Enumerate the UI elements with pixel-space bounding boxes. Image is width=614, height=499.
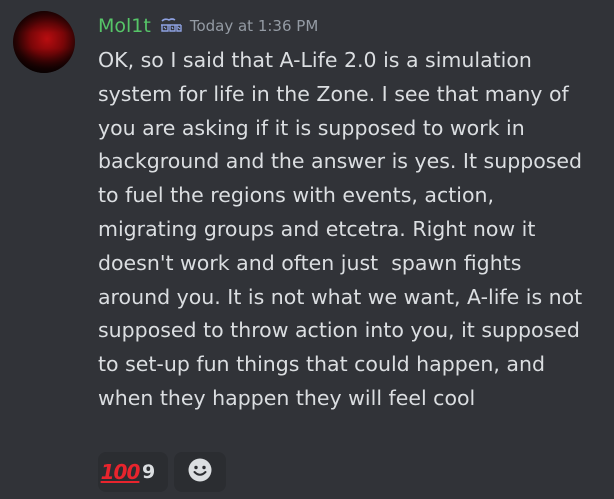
reaction-count: 9 xyxy=(142,461,156,483)
message-header: Mol1t Today at 1:36 PM xyxy=(98,12,318,40)
hundred-points-emoji: 100 xyxy=(100,460,141,484)
add-reaction-button[interactable] xyxy=(174,452,226,492)
username[interactable]: Mol1t xyxy=(98,15,151,37)
message-timestamp: Today at 1:36 PM xyxy=(189,17,319,35)
smiley-icon xyxy=(187,457,213,487)
avatar[interactable] xyxy=(13,11,75,73)
chat-message: Mol1t Today at 1:36 PM OK, so I said tha… xyxy=(0,0,614,499)
reaction-hundred-points[interactable]: 100 9 xyxy=(98,452,168,492)
message-content: OK, so I said that A-Life 2.0 is a simul… xyxy=(98,48,589,410)
server-tag-icon[interactable] xyxy=(159,17,184,35)
reactions-bar: 100 9 xyxy=(98,452,226,492)
